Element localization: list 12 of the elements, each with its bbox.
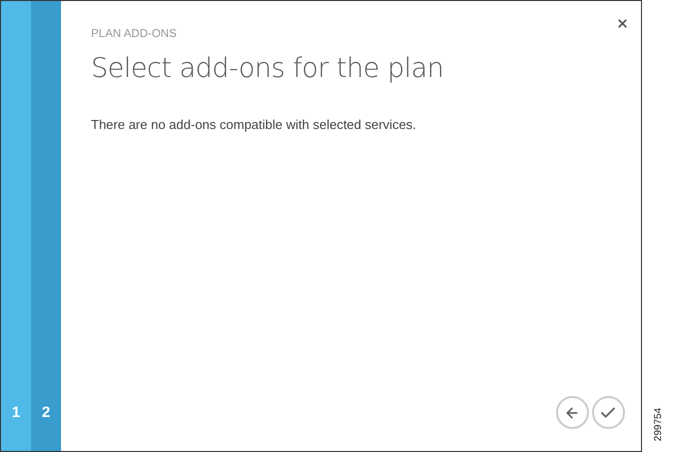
confirm-button[interactable]: [592, 396, 625, 429]
step-number: 2: [42, 404, 50, 421]
back-button[interactable]: [556, 396, 589, 429]
close-icon: [616, 17, 629, 30]
section-label: PLAN ADD-ONS: [91, 28, 178, 40]
step-tab[interactable]: 2: [31, 1, 61, 451]
info-message: There are no add-ons compatible with selected services.: [91, 117, 418, 132]
figure-number: 299754: [652, 408, 664, 442]
dialog-title: Select add-ons for the plan: [91, 53, 445, 84]
step-tab[interactable]: 1: [1, 1, 31, 451]
close-button[interactable]: [616, 17, 629, 30]
step-number: 1: [12, 404, 20, 421]
